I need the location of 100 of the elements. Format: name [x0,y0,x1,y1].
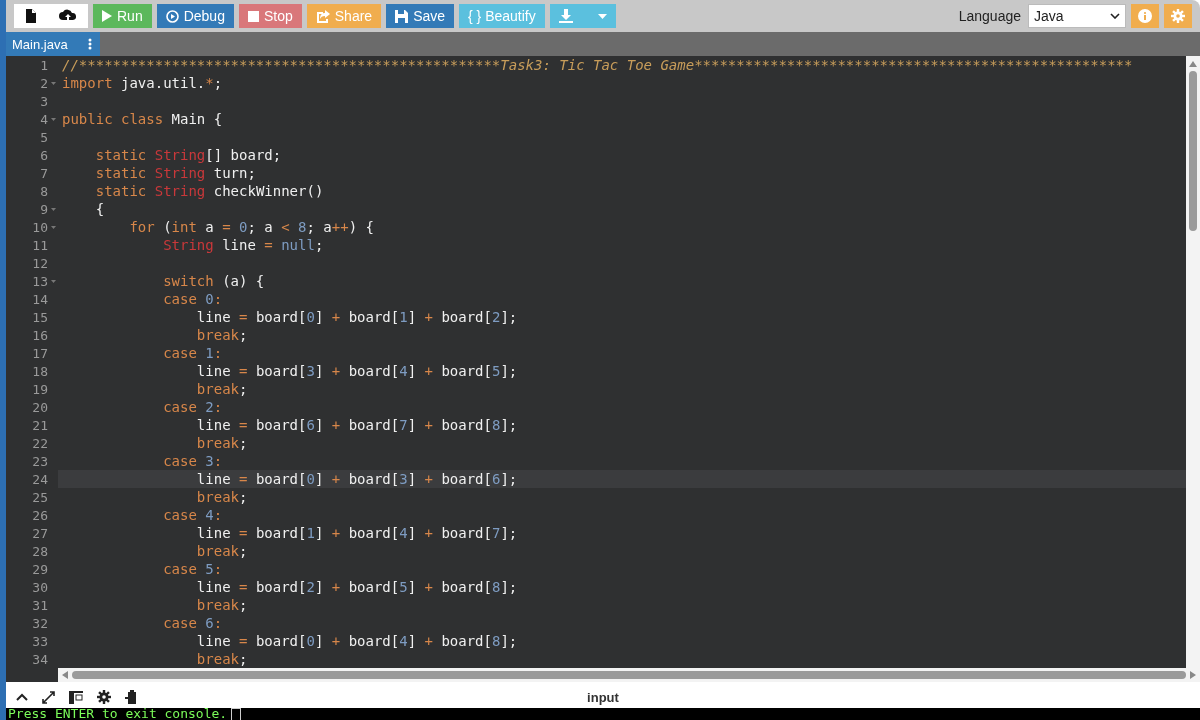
line-number: 30 [32,579,48,595]
code-line: case 6: [162,614,223,632]
line-number: 27 [32,525,48,541]
line-number: 15 [32,309,48,325]
collapse-button[interactable] [16,693,28,701]
scrollbar-thumb[interactable] [72,671,1186,679]
code-line: switch (a) { [162,272,265,290]
cloud-upload-icon [59,9,77,23]
scrollbar-thumb[interactable] [1189,71,1197,231]
code-line: case 0: [162,290,223,308]
code-line: case 5: [162,560,223,578]
code-line: import java.util.*; [62,74,223,92]
fold-icon[interactable] [50,279,56,283]
code-line: String line = null; [162,236,324,254]
line-number: 8 [40,183,48,199]
code-line: line = board[6] + board[7] + board[8]; [195,416,518,434]
code-line: static String checkWinner() [94,182,324,200]
vertical-scrollbar[interactable] [1186,56,1200,668]
line-number: 6 [40,147,48,163]
upload-button[interactable] [48,4,88,28]
line-number: 18 [32,363,48,379]
line-number: 29 [32,561,48,577]
console-title: input [587,689,619,705]
fold-icon[interactable] [50,117,56,121]
line-number: 33 [32,633,48,649]
line-number: 13 [32,273,48,289]
fold-icon[interactable] [50,81,56,85]
export-button[interactable] [125,690,139,704]
code-line: line = board[0] + board[3] + board[6]; [195,470,518,488]
line-number: 2 [40,75,48,91]
layout-icon [69,690,83,704]
code-line: { [94,200,105,218]
chevron-down-icon [1110,13,1120,19]
settings-button[interactable] [97,690,111,704]
run-button[interactable]: Run [93,4,152,28]
line-number: 3 [40,93,48,109]
save-button[interactable]: Save [386,4,455,28]
fold-icon[interactable] [50,225,56,229]
line-number: 20 [32,399,48,415]
code-line: line = board[1] + board[4] + board[7]; [195,524,518,542]
stop-button[interactable]: Stop [238,4,302,28]
console-output: Press ENTER to exit console. [8,708,228,720]
line-number: 21 [32,417,48,433]
layout-button[interactable] [69,690,83,704]
code-line: line = board[3] + board[4] + board[5]; [195,362,518,380]
line-number: 23 [32,453,48,469]
line-number: 10 [32,219,48,235]
kebab-menu-icon [87,38,92,50]
code-line: case 2: [162,398,223,416]
line-number: 9 [40,201,48,217]
expand-button[interactable] [42,690,55,704]
line-number: 16 [32,327,48,343]
info-icon [1138,9,1152,23]
share-icon [315,9,330,23]
scroll-right-icon [1190,671,1196,679]
text-cursor [231,708,242,720]
stop-icon [247,10,259,22]
scroll-up-icon [1189,61,1197,67]
code-line: public class Main { [62,110,223,128]
code-line: line = board[0] + board[4] + board[8]; [195,632,518,650]
code-line: case 3: [162,452,223,470]
line-number: 17 [32,345,48,361]
line-number: 26 [32,507,48,523]
play-circle-icon [165,9,179,23]
code-line: break; [195,326,248,344]
language-select[interactable]: Java [1028,4,1126,28]
line-number: 12 [32,255,48,271]
code-line: break; [195,596,248,614]
line-number: 5 [40,129,48,145]
line-number: 4 [40,111,48,127]
new-file-button[interactable] [14,4,48,28]
language-label: Language [958,8,1021,24]
file-tab[interactable]: Main.java [6,32,100,56]
fold-icon[interactable] [50,207,56,211]
caret-down-icon [597,13,607,19]
settings-icon [1171,9,1185,23]
code-line: for (int a = 0; a < 8; a++) { [128,218,374,236]
line-number: 22 [32,435,48,451]
code-line: line = board[2] + board[5] + board[8]; [195,578,518,596]
new-file-icon [25,9,37,23]
line-number: 14 [32,291,48,307]
code-line: case 1: [162,344,223,362]
code-line: static String turn; [94,164,256,182]
line-number: 24 [32,471,48,487]
download-button[interactable] [549,4,616,28]
info-button[interactable] [1131,4,1159,28]
debug-button[interactable]: Debug [156,4,234,28]
line-number: 11 [32,237,48,253]
code-line: line = board[0] + board[1] + board[2]; [195,308,518,326]
expand-icon [42,690,55,704]
line-number: 1 [40,57,48,73]
line-number: 32 [32,615,48,631]
code-line: break; [195,542,248,560]
play-icon [102,10,112,22]
line-number: 31 [32,597,48,613]
settings-icon [97,690,111,704]
code-line: break; [195,488,248,506]
code-line: break; [195,650,248,668]
horizontal-scrollbar[interactable] [58,668,1200,682]
line-number: 7 [40,165,48,181]
